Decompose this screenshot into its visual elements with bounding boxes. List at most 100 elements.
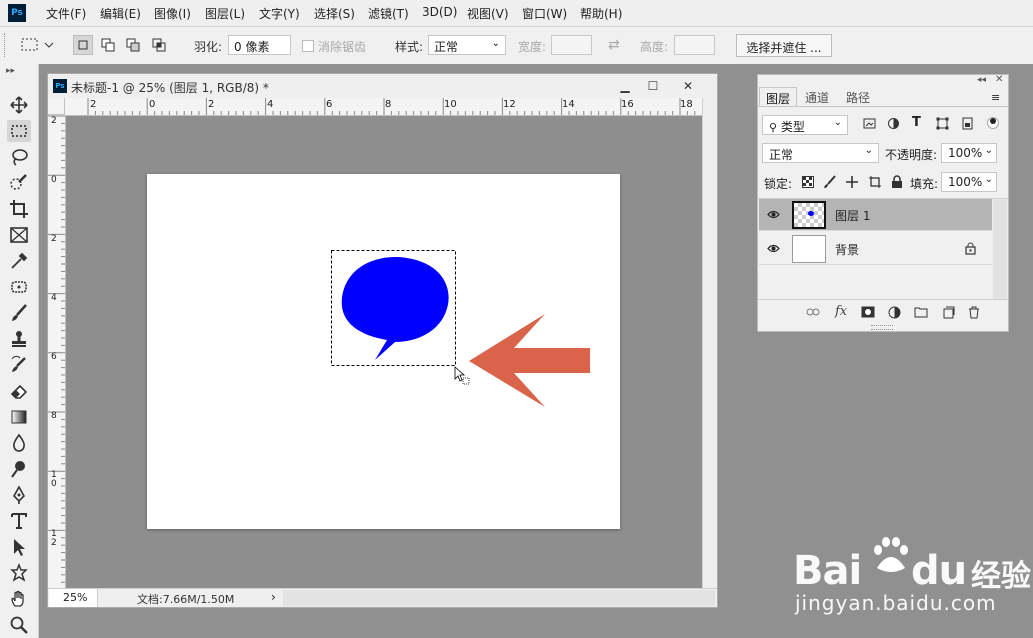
minimize-button[interactable]: ▁ [611,78,639,94]
visibility-eye-icon[interactable] [767,208,780,224]
collapse-icon[interactable]: ▸▸ [6,66,15,76]
horizontal-scrollbar[interactable] [283,590,715,606]
pen-tool-icon[interactable] [7,484,31,506]
blur-tool-icon[interactable] [7,432,31,454]
adjustment-layer-icon[interactable] [888,306,901,322]
tab-paths[interactable]: 路径 [840,87,876,106]
style-select[interactable]: 正常 ⌄ [428,35,506,55]
layer-name[interactable]: 图层 1 [835,207,870,224]
new-selection-button[interactable] [73,35,93,55]
menu-layer[interactable]: 图层(L) [205,5,245,22]
menu-edit[interactable]: 编辑(E) [100,5,141,22]
dodge-tool-icon[interactable] [7,458,31,480]
fill-input[interactable]: 100% ⌄ [941,172,997,192]
lock-pixels-icon[interactable] [823,175,837,192]
zoom-value: 25% [63,591,88,604]
antialias-checkbox[interactable] [302,40,314,52]
menu-window[interactable]: 窗口(W) [522,5,567,22]
menu-type[interactable]: 文字(Y) [259,5,300,22]
hruler-label: 6 [326,99,333,110]
filter-kind-select[interactable]: ⚲ 类型 ⌄ [762,115,848,135]
height-input[interactable] [674,35,715,55]
path-select-tool-icon[interactable] [7,536,31,558]
filter-smart-object-icon[interactable] [961,117,974,133]
vruler-label: 4 [51,293,57,303]
gradient-tool-icon[interactable] [7,406,31,428]
vertical-scrollbar[interactable] [702,98,717,588]
rect-marquee-tool-icon[interactable] [7,120,31,142]
trash-icon[interactable] [968,306,980,322]
lock-artboard-icon[interactable] [868,175,882,192]
subtract-selection-button[interactable] [123,35,143,55]
zoom-tool-icon[interactable] [7,614,31,636]
menu-filter[interactable]: 滤镜(T) [368,5,409,22]
antialias-label: 消除锯齿 [318,40,367,54]
eyedropper-tool-icon[interactable] [7,250,31,272]
zoom-field[interactable]: 25% [49,589,98,607]
frame-tool-icon[interactable] [7,224,31,246]
blend-mode-select[interactable]: 正常 ⌄ [762,143,879,163]
filter-adjustment-icon[interactable] [887,117,900,133]
brush-tool-icon[interactable] [7,302,31,324]
chevron-down-icon: ⌄ [984,174,993,185]
tab-layers[interactable]: 图层 [759,87,798,106]
lock-position-icon[interactable] [845,175,859,192]
filter-toggle[interactable] [987,117,999,129]
add-mask-icon[interactable] [861,306,875,321]
new-layer-icon[interactable] [942,306,955,322]
intersect-selection-button[interactable] [149,35,169,55]
move-tool-icon[interactable] [7,94,31,116]
document-title-bar[interactable]: Ps 未标题-1 @ 25% (图层 1, RGB/8) * ▁ ☐ ✕ [48,74,717,98]
collapse-panel-icon[interactable]: ◂◂ [977,75,986,85]
type-tool-icon[interactable] [7,510,31,532]
vertical-ruler[interactable]: 2 0 2 4 6 8 1 0 1 2 [48,115,66,588]
hand-tool-icon[interactable] [7,588,31,610]
fx-icon[interactable]: fx [835,304,847,319]
maximize-button[interactable]: ☐ [639,78,667,94]
menu-select[interactable]: 选择(S) [314,5,355,22]
panel-menu-icon[interactable]: ≡ [991,91,1000,104]
menu-3d[interactable]: 3D(D) [422,5,457,19]
select-and-mask-button[interactable]: 选择并遮住 ... [736,34,832,57]
filter-shape-icon[interactable] [936,117,949,133]
history-brush-tool-icon[interactable] [7,354,31,376]
feather-input[interactable]: 0 像素 [228,35,291,55]
visibility-eye-icon[interactable] [767,242,780,258]
eraser-tool-icon[interactable] [7,380,31,402]
artwork [331,250,590,407]
close-panel-icon[interactable]: ✕ [995,74,1003,85]
panel-resize-grip[interactable] [871,325,893,330]
layers-scrollbar[interactable] [993,199,1007,299]
close-button[interactable]: ✕ [674,78,702,94]
healing-brush-tool-icon[interactable] [7,276,31,298]
lasso-tool-icon[interactable] [7,146,31,168]
layer-row-background[interactable]: 背景 [759,233,992,265]
rect-marquee-preset-icon[interactable] [20,37,54,56]
opacity-input[interactable]: 100% ⌄ [941,143,997,163]
height-label: 高度: [640,40,669,54]
layer-name[interactable]: 背景 [835,241,859,258]
menu-view[interactable]: 视图(V) [467,5,509,22]
lock-transparent-icon[interactable] [802,176,814,191]
clone-stamp-tool-icon[interactable] [7,328,31,350]
width-input[interactable] [551,35,592,55]
menu-file[interactable]: 文件(F) [46,5,86,22]
cursor-marquee-icon [462,377,470,385]
swap-icon[interactable]: ⇄ [608,37,620,53]
status-menu-arrow[interactable]: › [271,590,276,604]
menu-image[interactable]: 图像(I) [154,5,191,22]
filter-pixel-icon[interactable] [863,117,876,133]
custom-shape-tool-icon[interactable] [7,562,31,584]
layer-row-layer1[interactable]: 图层 1 [759,199,992,231]
filter-type-icon[interactable]: T [912,115,921,130]
menu-help[interactable]: 帮助(H) [580,5,622,22]
lock-all-icon[interactable] [891,175,903,192]
link-icon[interactable] [806,306,820,321]
add-selection-button[interactable] [98,35,118,55]
quick-select-tool-icon[interactable] [7,172,31,194]
horizontal-ruler[interactable]: 2 0 2 4 6 8 10 12 14 16 18 [65,98,702,116]
tab-channels[interactable]: 通道 [799,87,835,106]
folder-icon[interactable] [914,306,928,321]
crop-tool-icon[interactable] [7,198,31,220]
ruler-origin[interactable] [48,98,65,115]
